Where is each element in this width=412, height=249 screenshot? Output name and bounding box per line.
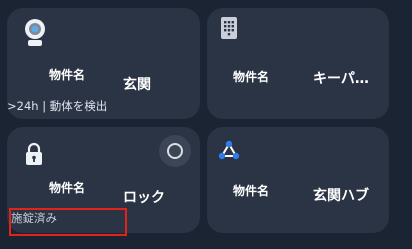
keypad-icon bbox=[221, 17, 237, 43]
tile-device-name: キーパ… bbox=[313, 71, 369, 87]
tile-property-name: 物件名 bbox=[233, 70, 270, 84]
device-tile-motion-sensor[interactable]: 物件名 玄関 >24h | 動体を検出 bbox=[7, 8, 200, 119]
hub-icon bbox=[218, 140, 240, 164]
highlight-box bbox=[9, 208, 127, 236]
device-tile-keypad[interactable]: 物件名 キーパ… bbox=[207, 8, 389, 119]
device-tile-hub[interactable]: 物件名 玄関ハブ bbox=[207, 127, 389, 233]
motion-sensor-icon bbox=[24, 18, 46, 52]
tile-property-name: 物件名 bbox=[49, 181, 86, 195]
tile-device-name: 玄関 bbox=[123, 77, 151, 93]
tile-device-name: 玄関ハブ bbox=[313, 188, 369, 204]
tile-device-name: ロック bbox=[123, 190, 165, 206]
tile-status-text: >24h | 動体を検出 bbox=[7, 99, 108, 113]
circle-toggle-icon[interactable] bbox=[159, 135, 191, 167]
tile-property-name: 物件名 bbox=[49, 68, 86, 82]
tile-property-name: 物件名 bbox=[233, 184, 270, 198]
lock-icon bbox=[24, 142, 44, 170]
